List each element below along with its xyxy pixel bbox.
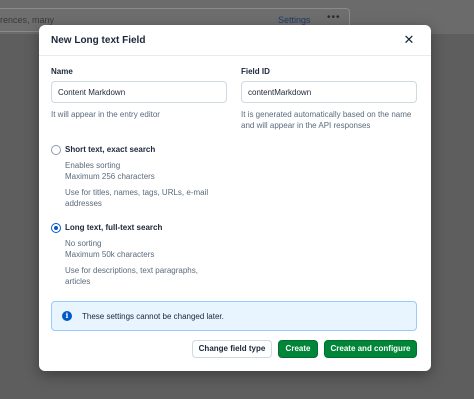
long-text-label[interactable]: Long text, full-text search bbox=[65, 223, 162, 232]
short-text-radio[interactable] bbox=[51, 145, 61, 155]
info-note-text: These settings cannot be changed later. bbox=[82, 312, 224, 321]
background-more-icon: ••• bbox=[327, 12, 341, 23]
new-field-modal: New Long text Field ✕ Name It will appea… bbox=[39, 25, 431, 371]
short-text-usage-1: Use for titles, names, tags, URLs, e-mai… bbox=[65, 188, 209, 197]
long-text-usage-2: articles bbox=[65, 277, 91, 286]
short-text-desc-2: Maximum 256 characters bbox=[65, 172, 155, 181]
background-card-text: rences, many bbox=[0, 15, 55, 25]
long-text-desc-2: Maximum 50k characters bbox=[65, 250, 155, 259]
short-text-desc-1: Enables sorting bbox=[65, 161, 121, 170]
create-button[interactable]: Create bbox=[278, 340, 318, 358]
field-id-help-line-1: It is generated automatically based on t… bbox=[241, 110, 412, 119]
modal-header: New Long text Field ✕ bbox=[39, 25, 431, 56]
short-text-usage-2: addresses bbox=[65, 199, 102, 208]
long-text-radio[interactable] bbox=[51, 223, 61, 233]
info-icon: i bbox=[62, 311, 72, 321]
short-text-label[interactable]: Short text, exact search bbox=[65, 145, 155, 154]
background-settings-link: Settings bbox=[278, 15, 311, 25]
field-id-label: Field ID bbox=[241, 67, 270, 76]
field-id-help-line-2: and will appear in the API responses bbox=[241, 121, 371, 130]
name-label: Name bbox=[51, 67, 73, 76]
modal-title: New Long text Field bbox=[51, 35, 146, 46]
long-text-usage-1: Use for descriptions, text paragraphs, bbox=[65, 266, 198, 275]
change-field-type-button[interactable]: Change field type bbox=[192, 340, 272, 358]
close-icon[interactable]: ✕ bbox=[401, 32, 417, 48]
info-note: i These settings cannot be changed later… bbox=[51, 301, 417, 331]
field-id-input[interactable] bbox=[241, 81, 417, 103]
create-and-configure-button[interactable]: Create and configure bbox=[324, 340, 417, 358]
name-input[interactable] bbox=[51, 81, 227, 103]
long-text-desc-1: No sorting bbox=[65, 239, 102, 248]
name-help-text: It will appear in the entry editor bbox=[51, 110, 160, 119]
